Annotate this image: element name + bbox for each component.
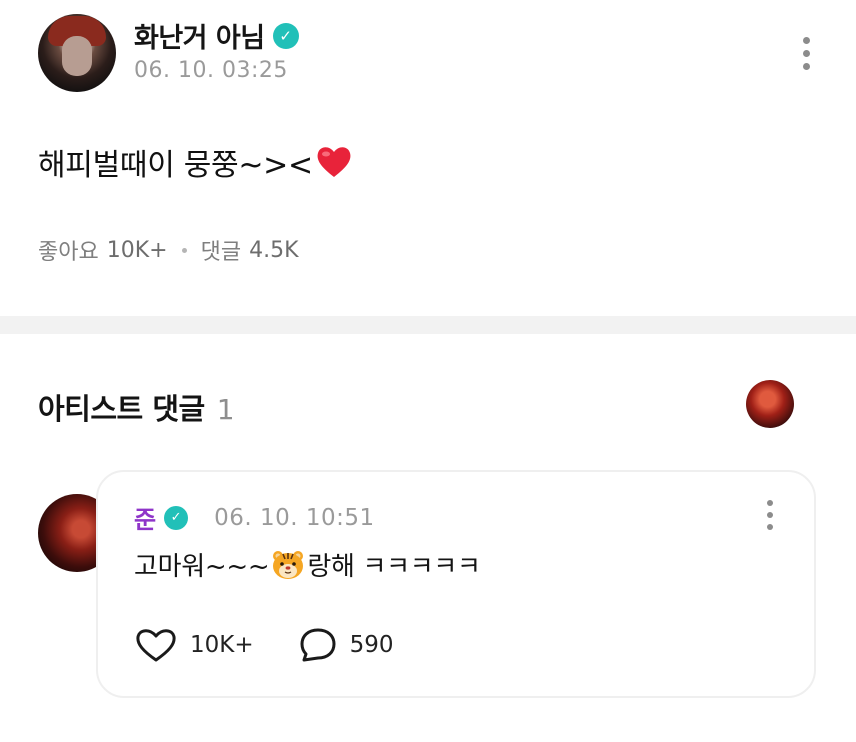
comment-text-after: 랑해 ㅋㅋㅋㅋㅋ [307, 552, 481, 582]
author-avatar[interactable] [38, 14, 116, 92]
post-stats: 좋아요 10K+ 댓글 4.5K [38, 234, 299, 266]
kebab-dot [767, 512, 773, 518]
comments-label[interactable]: 댓글 [201, 234, 241, 266]
verified-badge-icon: ✓ [164, 505, 189, 530]
comment-text-before: 고마워~~~ [134, 552, 270, 582]
kebab-dot [802, 50, 810, 57]
verified-badge-icon: ✓ [272, 22, 299, 49]
comment-like-count: 10K+ [190, 632, 254, 658]
comment-reply-count: 590 [349, 632, 394, 658]
post-text: 해피벌때이 뭉쭝~>< [38, 148, 313, 183]
post-timestamp: 06. 10. 03:25 [134, 58, 288, 83]
artist-avatar-small[interactable] [746, 380, 794, 428]
artist-comments-header: 아티스트 댓글 1 [38, 386, 235, 428]
comment-timestamp: 06. 10. 10:51 [214, 504, 375, 531]
stats-separator [181, 247, 187, 253]
author-row: 화난거 아님 ✓ [134, 16, 299, 55]
comment-more-options-icon[interactable] [764, 500, 776, 530]
speech-bubble-icon[interactable] [298, 626, 338, 664]
artist-comments-count: 1 [216, 393, 235, 426]
author-name[interactable]: 화난거 아님 [134, 16, 265, 55]
red-heart-emoji-icon [315, 143, 353, 181]
comment-author-name[interactable]: 준 [134, 500, 156, 535]
comment-header: 준 ✓ 06. 10. 10:51 [134, 500, 375, 535]
comment-text: 고마워~~~ 랑해 ㅋㅋㅋㅋㅋ [134, 546, 481, 583]
kebab-dot [802, 63, 810, 70]
heart-outline-icon[interactable] [134, 626, 178, 664]
kebab-dot [767, 524, 773, 530]
tiger-face-emoji-icon [271, 549, 305, 581]
post-card: 화난거 아님 ✓ 06. 10. 03:25 해피벌때이 뭉쭝~>< 좋아요 1… [0, 0, 856, 316]
artist-comments-title: 아티스트 댓글 [38, 392, 205, 426]
section-divider [0, 316, 856, 334]
kebab-dot [802, 37, 810, 44]
comment-reply-button[interactable]: 590 [298, 626, 394, 664]
post-body: 해피벌때이 뭉쭝~>< [38, 140, 353, 184]
kebab-dot [767, 500, 773, 506]
comments-count[interactable]: 4.5K [249, 238, 298, 263]
likes-count: 10K+ [106, 237, 168, 263]
avatar-face [62, 36, 92, 76]
post-more-options-icon[interactable] [800, 37, 812, 70]
comment-actions: 10K+ 590 [134, 626, 394, 664]
likes-label: 좋아요 [38, 240, 99, 265]
comment-like-button[interactable]: 10K+ [134, 626, 254, 664]
